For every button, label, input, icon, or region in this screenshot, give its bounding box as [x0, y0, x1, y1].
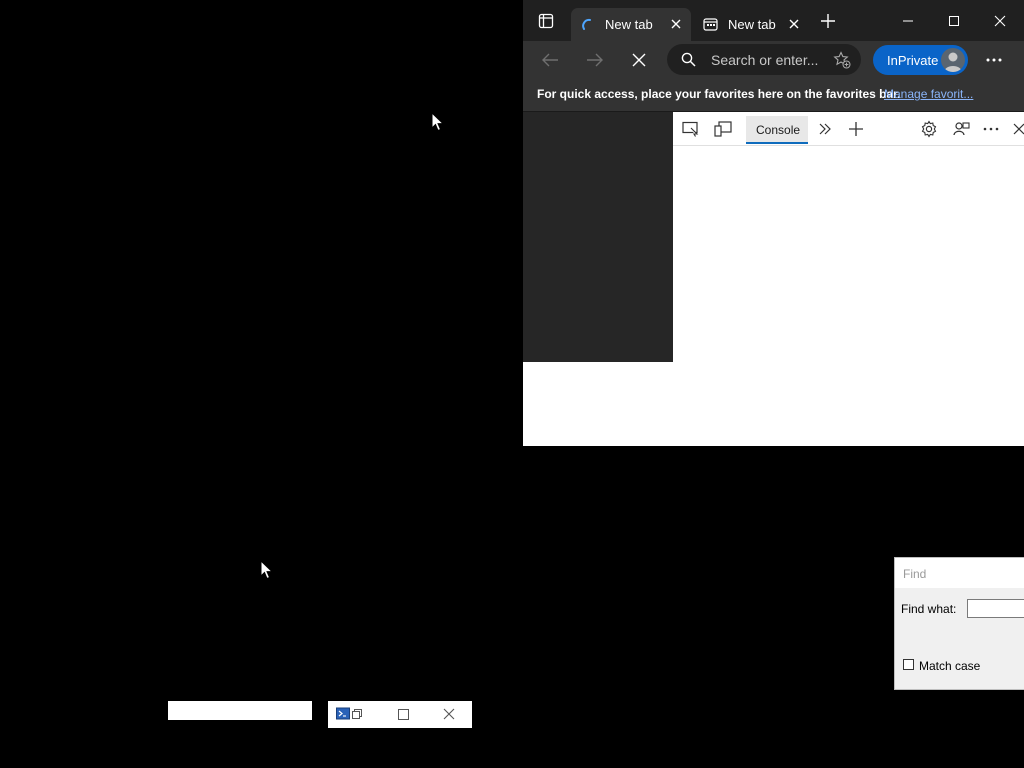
maximize-icon[interactable]: [398, 709, 409, 720]
gear-icon: [921, 120, 937, 138]
search-icon: [681, 52, 696, 67]
forward-button[interactable]: [578, 46, 612, 74]
inspect-element-button[interactable]: [679, 118, 703, 140]
browser-toolbar: Search or enter... InPrivate: [523, 41, 1024, 79]
device-emulation-button[interactable]: [711, 118, 735, 140]
tab-new-tab-active[interactable]: New tab: [571, 8, 691, 41]
device-toggle-icon: [714, 121, 732, 137]
powershell-icon: [336, 707, 350, 720]
customize-button[interactable]: [949, 118, 973, 140]
devtools-settings-button[interactable]: [917, 118, 941, 140]
tab-actions-menu-button[interactable]: [529, 7, 563, 35]
find-dialog: Find Find what: Match case: [894, 557, 1024, 690]
close-tab-icon[interactable]: [669, 17, 683, 31]
close-devtools-button[interactable]: [1007, 118, 1024, 140]
mouse-pointer-icon: [431, 112, 445, 132]
inspect-icon: [682, 121, 699, 137]
minimize-button[interactable]: [885, 0, 931, 41]
find-what-input[interactable]: [967, 599, 1024, 618]
mouse-pointer-icon: [260, 560, 274, 580]
add-favorite-icon[interactable]: [833, 51, 851, 69]
close-window-button[interactable]: [977, 0, 1023, 41]
tab-label: New tab: [728, 17, 776, 32]
find-dialog-title-bar[interactable]: Find: [895, 558, 1024, 588]
new-tab-page-icon: [703, 18, 718, 31]
blank-window-strip: [168, 701, 312, 720]
more-horizontal-icon: [983, 127, 999, 131]
minimize-icon: [903, 20, 913, 21]
address-bar-placeholder: Search or enter...: [711, 52, 819, 68]
inprivate-label: InPrivate: [887, 53, 939, 68]
favorites-bar-message: For quick access, place your favorites h…: [537, 87, 901, 101]
inprivate-profile-button[interactable]: InPrivate: [873, 45, 968, 75]
close-icon: [1013, 123, 1024, 135]
active-tab-indicator: [746, 142, 808, 144]
loading-spinner-icon: [582, 18, 591, 30]
address-bar[interactable]: Search or enter...: [667, 44, 861, 75]
page-content-area: [523, 112, 673, 362]
find-what-label: Find what:: [901, 602, 957, 616]
new-tab-button[interactable]: [811, 7, 845, 35]
tab-label: New tab: [605, 17, 653, 32]
favorites-bar: For quick access, place your favorites h…: [523, 79, 1024, 112]
arrow-right-icon: [587, 53, 603, 67]
devtools-more-button[interactable]: [979, 118, 1003, 140]
avatar: [941, 48, 965, 72]
user-avatar-icon: [944, 52, 962, 72]
feedback-icon: [953, 122, 970, 136]
tab-strip: New tab New tab: [523, 0, 1024, 41]
minimized-powershell-window[interactable]: [328, 701, 472, 728]
match-case-checkbox[interactable]: [903, 659, 914, 670]
restore-icon[interactable]: [352, 709, 362, 719]
devtools-toolbar: Console: [673, 112, 1024, 146]
close-icon: [994, 15, 1006, 26]
tab-actions-icon: [538, 13, 554, 29]
devtools-tab-console[interactable]: Console: [746, 116, 808, 144]
more-horizontal-icon: [986, 58, 1002, 62]
back-button[interactable]: [533, 46, 567, 74]
maximize-button[interactable]: [931, 0, 977, 41]
stop-icon: [632, 53, 646, 67]
add-tool-button[interactable]: [844, 118, 868, 140]
plus-icon: [849, 122, 863, 136]
devtools-panel: Console: [673, 112, 1024, 362]
stop-loading-button[interactable]: [622, 46, 656, 74]
more-tabs-button[interactable]: [813, 118, 837, 140]
settings-and-more-button[interactable]: [977, 46, 1011, 74]
plus-icon: [821, 14, 835, 28]
close-tab-icon[interactable]: [787, 17, 801, 31]
chevron-double-right-icon: [819, 123, 831, 135]
tab-new-tab[interactable]: New tab: [693, 8, 809, 41]
devtools-tab-label: Console: [756, 123, 801, 137]
match-case-label[interactable]: Match case: [919, 659, 980, 673]
maximize-icon: [949, 15, 959, 26]
edge-browser-window: New tab New tab Search or enter... InPri…: [523, 0, 1024, 446]
close-icon[interactable]: [443, 708, 455, 720]
arrow-left-icon: [542, 53, 558, 67]
find-dialog-title: Find: [903, 567, 927, 581]
manage-favorites-link[interactable]: Manage favorit...: [884, 87, 973, 101]
